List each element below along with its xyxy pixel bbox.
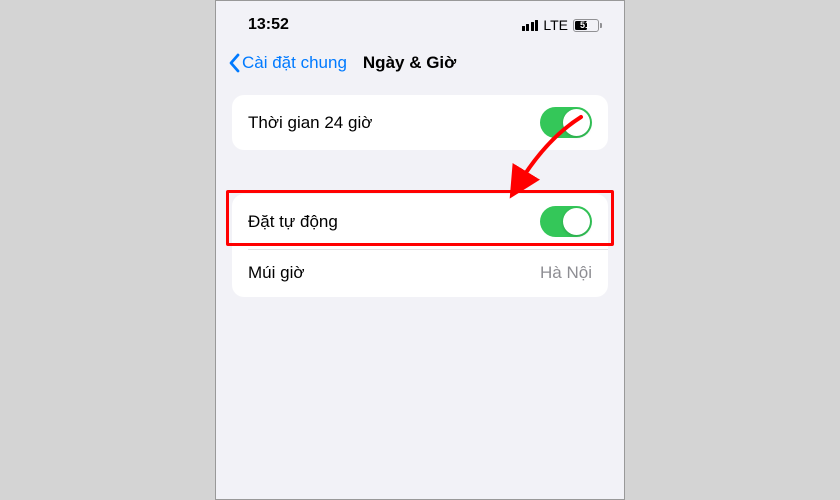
chevron-left-icon — [228, 53, 240, 73]
row-timezone-value: Hà Nội — [540, 263, 592, 283]
status-indicators: LTE 51 — [522, 17, 602, 33]
row-24hour-time: Thời gian 24 giờ — [232, 95, 608, 150]
phone-screen: 13:52 LTE 51 — [215, 0, 625, 500]
network-type-label: LTE — [543, 17, 568, 33]
status-bar: 13:52 LTE 51 — [216, 1, 624, 45]
row-24hour-label: Thời gian 24 giờ — [248, 113, 372, 133]
row-timezone[interactable]: Múi giờ Hà Nội — [232, 249, 608, 297]
settings-group-2: Đặt tự động Múi giờ Hà Nội — [232, 194, 608, 297]
row-set-automatically: Đặt tự động — [232, 194, 608, 249]
back-label: Cài đặt chung — [242, 53, 347, 73]
toggle-thumb — [563, 109, 590, 136]
battery-percent: 51 — [580, 20, 590, 30]
signal-icon — [522, 20, 539, 31]
back-button[interactable]: Cài đặt chung — [228, 53, 347, 73]
page-title: Ngày & Giờ — [363, 53, 456, 73]
row-auto-label: Đặt tự động — [248, 212, 338, 232]
status-time: 13:52 — [248, 16, 289, 34]
navigation-bar: Cài đặt chung Ngày & Giờ — [216, 45, 624, 87]
toggle-24hour[interactable] — [540, 107, 592, 138]
toggle-set-automatically[interactable] — [540, 206, 592, 237]
row-timezone-label: Múi giờ — [248, 263, 305, 283]
toggle-thumb — [563, 208, 590, 235]
battery-icon: 51 — [573, 19, 602, 32]
settings-content: Thời gian 24 giờ Đặt tự động Múi giờ Hà … — [216, 95, 624, 297]
settings-group-1: Thời gian 24 giờ — [232, 95, 608, 150]
